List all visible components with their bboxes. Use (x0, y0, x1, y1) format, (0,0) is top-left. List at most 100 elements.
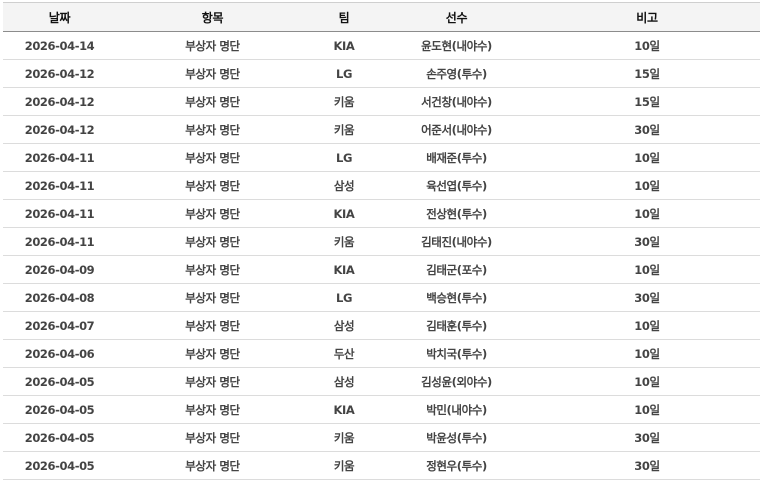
table-header: 날짜 항목 팀 선수 비고 (3, 2, 760, 32)
cell-team: 키움 (309, 423, 379, 452)
cell-date: 2026-04-06 (3, 339, 116, 368)
cell-player: 서건창(내야수) (379, 87, 534, 116)
cell-player: 김성윤(외야수) (379, 367, 534, 396)
table-row: 2026-04-11 부상자 명단 KIA 전상현(투수) 10일 (3, 199, 760, 228)
cell-item: 부상자 명단 (116, 143, 309, 172)
table-row: 2026-04-12 부상자 명단 키움 어준서(내야수) 30일 (3, 115, 760, 144)
cell-date: 2026-04-11 (3, 143, 116, 172)
cell-item: 부상자 명단 (116, 59, 309, 88)
cell-item: 부상자 명단 (116, 31, 309, 60)
cell-note: 30일 (534, 227, 760, 256)
cell-date: 2026-04-11 (3, 199, 116, 228)
header-item: 항목 (116, 2, 309, 32)
cell-player: 박치국(투수) (379, 339, 534, 368)
cell-team: 키움 (309, 115, 379, 144)
cell-note: 15일 (534, 59, 760, 88)
cell-item: 부상자 명단 (116, 87, 309, 116)
cell-date: 2026-04-07 (3, 311, 116, 340)
cell-player: 김태진(내야수) (379, 227, 534, 256)
table-row: 2026-04-07 부상자 명단 삼성 김태훈(투수) 10일 (3, 311, 760, 340)
cell-item: 부상자 명단 (116, 199, 309, 228)
cell-item: 부상자 명단 (116, 255, 309, 284)
cell-team: 삼성 (309, 367, 379, 396)
cell-player: 손주영(투수) (379, 59, 534, 88)
cell-date: 2026-04-14 (3, 31, 116, 60)
cell-date: 2026-04-05 (3, 451, 116, 480)
cell-item: 부상자 명단 (116, 283, 309, 312)
cell-player: 어준서(내야수) (379, 115, 534, 144)
cell-note: 10일 (534, 31, 760, 60)
cell-date: 2026-04-05 (3, 367, 116, 396)
header-team: 팀 (309, 2, 379, 32)
header-player: 선수 (379, 2, 534, 32)
header-note: 비고 (534, 2, 760, 32)
cell-date: 2026-04-11 (3, 227, 116, 256)
table-row: 2026-04-08 부상자 명단 LG 백승현(투수) 30일 (3, 283, 760, 312)
cell-item: 부상자 명단 (116, 339, 309, 368)
cell-note: 10일 (534, 311, 760, 340)
header-date: 날짜 (3, 2, 116, 32)
cell-player: 배재준(투수) (379, 143, 534, 172)
cell-item: 부상자 명단 (116, 171, 309, 200)
cell-note: 10일 (534, 395, 760, 424)
cell-item: 부상자 명단 (116, 451, 309, 480)
cell-team: 삼성 (309, 311, 379, 340)
cell-player: 박민(내야수) (379, 395, 534, 424)
table-row: 2026-04-09 부상자 명단 KIA 김태군(포수) 10일 (3, 255, 760, 284)
cell-player: 윤도현(내야수) (379, 31, 534, 60)
table-row: 2026-04-05 부상자 명단 키움 박윤성(투수) 30일 (3, 423, 760, 452)
cell-date: 2026-04-12 (3, 115, 116, 144)
cell-note: 10일 (534, 339, 760, 368)
table-row: 2026-04-06 부상자 명단 두산 박치국(투수) 10일 (3, 339, 760, 368)
cell-team: LG (309, 143, 379, 172)
cell-note: 30일 (534, 423, 760, 452)
header-row: 날짜 항목 팀 선수 비고 (3, 2, 760, 32)
cell-note: 10일 (534, 199, 760, 228)
cell-player: 전상현(투수) (379, 199, 534, 228)
cell-date: 2026-04-08 (3, 283, 116, 312)
cell-item: 부상자 명단 (116, 227, 309, 256)
cell-team: 키움 (309, 87, 379, 116)
cell-note: 15일 (534, 87, 760, 116)
cell-date: 2026-04-05 (3, 395, 116, 424)
cell-item: 부상자 명단 (116, 115, 309, 144)
cell-item: 부상자 명단 (116, 423, 309, 452)
cell-player: 박윤성(투수) (379, 423, 534, 452)
cell-team: 키움 (309, 451, 379, 480)
table-row: 2026-04-11 부상자 명단 삼성 육선엽(투수) 10일 (3, 171, 760, 200)
cell-note: 30일 (534, 283, 760, 312)
cell-note: 10일 (534, 367, 760, 396)
cell-player: 육선엽(투수) (379, 171, 534, 200)
cell-team: 삼성 (309, 171, 379, 200)
cell-item: 부상자 명단 (116, 395, 309, 424)
cell-team: 키움 (309, 227, 379, 256)
cell-date: 2026-04-05 (3, 423, 116, 452)
cell-team: LG (309, 283, 379, 312)
table-row: 2026-04-12 부상자 명단 키움 서건창(내야수) 15일 (3, 87, 760, 116)
table-row: 2026-04-05 부상자 명단 KIA 박민(내야수) 10일 (3, 395, 760, 424)
cell-team: LG (309, 59, 379, 88)
table-row: 2026-04-14 부상자 명단 KIA 윤도현(내야수) 10일 (3, 31, 760, 60)
cell-player: 김태군(포수) (379, 255, 534, 284)
cell-team: KIA (309, 31, 379, 60)
cell-item: 부상자 명단 (116, 367, 309, 396)
cell-date: 2026-04-12 (3, 59, 116, 88)
injury-roster-table: 날짜 항목 팀 선수 비고 2026-04-14 부상자 명단 KIA 윤도현(내야수… (3, 2, 760, 480)
cell-item: 부상자 명단 (116, 311, 309, 340)
cell-player: 김태훈(투수) (379, 311, 534, 340)
table-row: 2026-04-05 부상자 명단 삼성 김성윤(외야수) 10일 (3, 367, 760, 396)
cell-note: 10일 (534, 171, 760, 200)
table-row: 2026-04-11 부상자 명단 키움 김태진(내야수) 30일 (3, 227, 760, 256)
cell-date: 2026-04-09 (3, 255, 116, 284)
cell-team: KIA (309, 395, 379, 424)
cell-team: KIA (309, 255, 379, 284)
cell-player: 정현우(투수) (379, 451, 534, 480)
table-row: 2026-04-12 부상자 명단 LG 손주영(투수) 15일 (3, 59, 760, 88)
table-row: 2026-04-05 부상자 명단 키움 정현우(투수) 30일 (3, 451, 760, 480)
cell-date: 2026-04-12 (3, 87, 116, 116)
cell-note: 30일 (534, 451, 760, 480)
roster-table-container: 날짜 항목 팀 선수 비고 2026-04-14 부상자 명단 KIA 윤도현(내야수… (3, 2, 760, 480)
cell-note: 10일 (534, 255, 760, 284)
cell-note: 10일 (534, 143, 760, 172)
table-body: 2026-04-14 부상자 명단 KIA 윤도현(내야수) 10일 2026-04-12… (3, 31, 760, 480)
